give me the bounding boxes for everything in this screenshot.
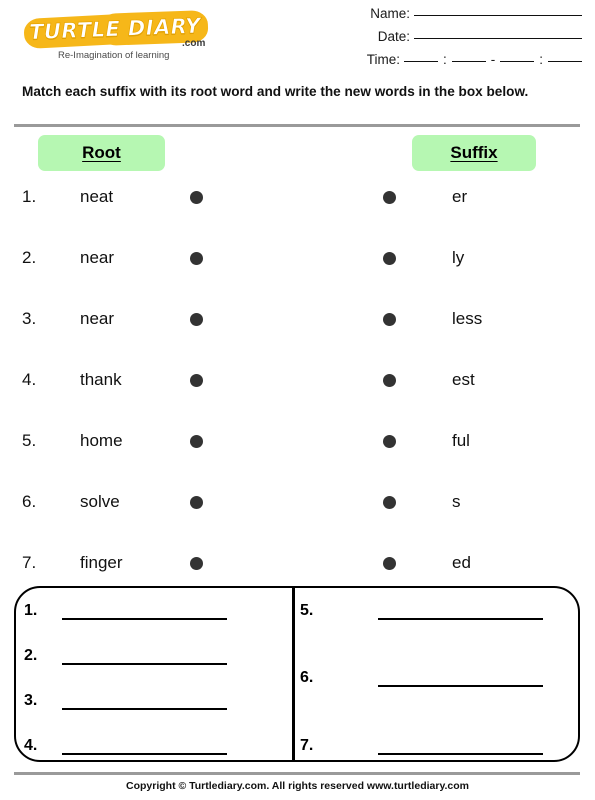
match-row: 3. near less bbox=[0, 304, 595, 334]
name-input-line[interactable] bbox=[414, 14, 582, 16]
name-field-row: Name: bbox=[320, 6, 582, 29]
instruction-text: Match each suffix with its root word and… bbox=[22, 84, 529, 99]
row-number: 4. bbox=[22, 370, 37, 389]
answer-box-divider bbox=[292, 586, 295, 762]
time-field-row: Time: : - : bbox=[320, 52, 582, 75]
match-row: 5. home ful bbox=[0, 426, 595, 456]
root-word: solve bbox=[80, 492, 120, 511]
suffix-connector-dot[interactable] bbox=[383, 435, 396, 448]
date-field-row: Date: bbox=[320, 29, 582, 52]
footer-divider bbox=[14, 772, 580, 775]
row-number: 3. bbox=[22, 309, 37, 328]
time-start-hour-line[interactable] bbox=[403, 60, 438, 62]
time-separator-3: : bbox=[539, 52, 543, 67]
suffix-connector-dot[interactable] bbox=[383, 252, 396, 265]
time-start-minute-line[interactable] bbox=[451, 60, 486, 62]
answer-number: 4. bbox=[24, 737, 38, 754]
match-row: 4. thank est bbox=[0, 365, 595, 395]
time-end-hour-line[interactable] bbox=[500, 60, 535, 62]
root-word: neat bbox=[80, 187, 114, 206]
root-connector-dot[interactable] bbox=[190, 252, 203, 265]
suffix-word: er bbox=[452, 187, 468, 206]
match-row: 1. neat er bbox=[0, 182, 595, 212]
match-row: 2. near ly bbox=[0, 243, 595, 273]
matching-area: 1. neat er 2. near ly 3. near less 4. th… bbox=[0, 176, 595, 576]
worksheet-header: TURTLE DIARY .com Re-Imagination of lear… bbox=[0, 0, 595, 76]
answer-box bbox=[14, 586, 580, 762]
root-connector-dot[interactable] bbox=[190, 435, 203, 448]
logo-text: TURTLE DIARY bbox=[28, 13, 202, 45]
turtle-diary-logo[interactable]: TURTLE DIARY .com Re-Imagination of lear… bbox=[22, 8, 252, 66]
root-connector-dot[interactable] bbox=[190, 313, 203, 326]
root-word: near bbox=[80, 309, 115, 328]
row-number: 5. bbox=[22, 431, 37, 450]
name-field-label: Name: bbox=[370, 6, 410, 21]
suffix-column-label: Suffix bbox=[450, 143, 498, 162]
suffix-word: ful bbox=[452, 431, 470, 450]
footer-copyright: Copyright © Turtlediary.com. All rights … bbox=[125, 780, 470, 792]
suffix-column-header: Suffix bbox=[412, 135, 536, 171]
date-input-line[interactable] bbox=[414, 37, 582, 39]
suffix-word: ed bbox=[452, 553, 471, 572]
root-column-label: Root bbox=[82, 143, 121, 162]
suffix-word: less bbox=[452, 309, 483, 328]
suffix-word: s bbox=[452, 492, 461, 511]
suffix-connector-dot[interactable] bbox=[383, 313, 396, 326]
header-divider bbox=[14, 124, 580, 127]
row-number: 2. bbox=[22, 248, 37, 267]
suffix-word: est bbox=[452, 370, 475, 389]
logo-tagline: Re-Imagination of learning bbox=[58, 50, 170, 61]
logo-dotcom-text: .com bbox=[182, 38, 206, 49]
answer-input-line[interactable] bbox=[62, 662, 227, 665]
suffix-connector-dot[interactable] bbox=[383, 496, 396, 509]
root-word: near bbox=[80, 248, 115, 267]
suffix-connector-dot[interactable] bbox=[383, 374, 396, 387]
time-separator-1: : bbox=[442, 52, 447, 67]
root-connector-dot[interactable] bbox=[190, 374, 203, 387]
root-connector-dot[interactable] bbox=[190, 496, 203, 509]
answer-input-line[interactable] bbox=[378, 617, 543, 620]
answer-number: 6. bbox=[300, 669, 314, 686]
row-number: 7. bbox=[22, 553, 37, 572]
root-word: home bbox=[80, 431, 123, 450]
match-row: 6. solve s bbox=[0, 487, 595, 517]
root-column-header: Root bbox=[38, 135, 165, 171]
root-connector-dot[interactable] bbox=[190, 557, 203, 570]
answer-input-line[interactable] bbox=[378, 752, 543, 755]
answer-input-line[interactable] bbox=[378, 684, 543, 687]
time-field-label: Time: bbox=[366, 52, 400, 67]
answer-input-line[interactable] bbox=[62, 617, 227, 620]
match-row: 7. finger ed bbox=[0, 548, 595, 578]
answer-input-line[interactable] bbox=[62, 707, 227, 710]
suffix-connector-dot[interactable] bbox=[383, 557, 396, 570]
date-field-label: Date: bbox=[377, 29, 410, 44]
answer-number: 5. bbox=[300, 602, 314, 619]
answer-number: 7. bbox=[300, 737, 314, 754]
suffix-word: ly bbox=[452, 248, 465, 267]
time-end-minute-line[interactable] bbox=[548, 60, 582, 62]
answer-number: 3. bbox=[24, 692, 38, 709]
time-separator-2: - bbox=[490, 52, 496, 67]
root-connector-dot[interactable] bbox=[190, 191, 203, 204]
answer-number: 2. bbox=[24, 647, 38, 664]
row-number: 1. bbox=[22, 187, 37, 206]
answer-number: 1. bbox=[24, 602, 38, 619]
row-number: 6. bbox=[22, 492, 37, 511]
root-word: thank bbox=[80, 370, 122, 389]
suffix-connector-dot[interactable] bbox=[383, 191, 396, 204]
answer-input-line[interactable] bbox=[62, 752, 227, 755]
root-word: finger bbox=[80, 553, 123, 572]
logo-wordmark: TURTLE DIARY bbox=[22, 10, 209, 50]
student-info-fields: Name: Date: Time: : - : bbox=[320, 6, 582, 75]
